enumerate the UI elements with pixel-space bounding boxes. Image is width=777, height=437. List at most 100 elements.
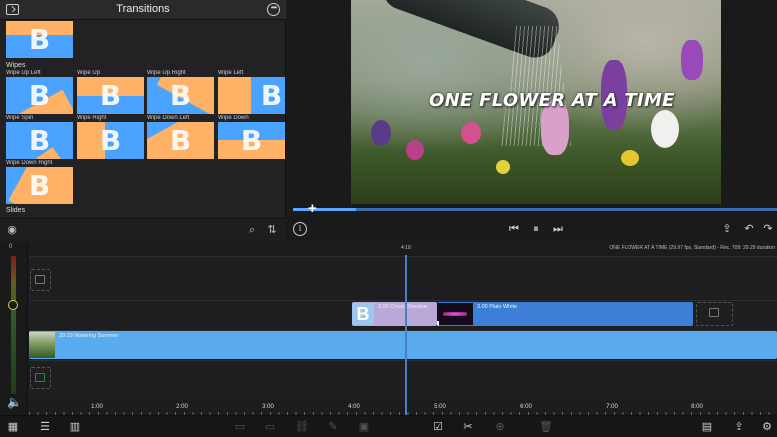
transition-preview: B: [6, 122, 73, 159]
grid-icon[interactable]: ▦: [6, 420, 20, 434]
preview-letter: B: [99, 79, 122, 112]
panel-footer: ◉ ⌕ ⇅: [0, 218, 286, 241]
thumb-label: Wipe Up Left: [6, 70, 41, 76]
preview-letter: B: [28, 169, 51, 202]
main-clip-thumb: [29, 332, 55, 358]
thumb-label: Wipe Down Left: [147, 115, 190, 121]
main-video-clip[interactable]: 29:29 Watering Summer: [29, 331, 777, 359]
title-clip[interactable]: B 3.00 Cross Dissolve: [352, 302, 437, 326]
title-clip-thumb: B: [352, 303, 374, 325]
skip-back-icon[interactable]: ⏮: [507, 222, 521, 236]
add-clip-icon: [709, 308, 719, 317]
transition-wipe-right[interactable]: Wipe Right B: [77, 115, 144, 159]
playhead-time: 4:18: [401, 245, 411, 251]
flower-image: [621, 150, 639, 166]
transition-wipe-down-right[interactable]: Wipe Down Right B: [6, 160, 73, 204]
redo-icon[interactable]: ↷: [761, 222, 775, 236]
trim-icon[interactable]: ▭: [233, 420, 247, 434]
info-icon[interactable]: i: [293, 222, 307, 236]
meter-zero-label: 0: [9, 244, 13, 250]
thumb-label: Wipe Down: [218, 115, 249, 121]
thumb-label: Wipe Up: [77, 70, 101, 76]
app-root: Transitions ••• B Wipes Wipe Up Left B W…: [0, 0, 777, 437]
more-icon[interactable]: •••: [267, 3, 280, 16]
volume-knob[interactable]: [8, 300, 18, 310]
timeline: 0 🔈 4:18 ONE FLOWER AT A TIME (29.97 fps…: [0, 242, 777, 437]
transition-wipe-up-right[interactable]: Wipe Up Right B: [147, 70, 214, 114]
layout-icon[interactable]: ▤: [700, 420, 714, 434]
ruler-label: 6:00: [520, 404, 532, 410]
split-icon[interactable]: ▭: [263, 420, 277, 434]
preview-letter: B: [240, 124, 263, 157]
transition-preview: B: [77, 77, 144, 114]
add-audio-placeholder[interactable]: [30, 367, 51, 389]
panel-header: Transitions •••: [0, 0, 286, 20]
frame-icon[interactable]: ▣: [357, 420, 371, 434]
project-info: ONE FLOWER AT A TIME (29.97 fps, Standar…: [609, 245, 775, 251]
record-icon[interactable]: ◉: [6, 224, 18, 236]
transition-wipe-up[interactable]: Wipe Up B: [77, 70, 144, 114]
ruler-label: 3:00: [262, 404, 274, 410]
transition-wipe-up-left[interactable]: Wipe Up Left B: [6, 70, 73, 114]
select-icon[interactable]: ☑: [431, 420, 445, 434]
edit-icon[interactable]: ✎: [326, 420, 340, 434]
playhead[interactable]: [405, 255, 407, 415]
preview-letter: B: [28, 79, 51, 112]
skip-forward-icon[interactable]: ⏭: [551, 222, 565, 236]
thumb-label: Wipe Left: [218, 70, 244, 76]
transition-wipe-spin[interactable]: Wipe Spin B: [6, 115, 73, 159]
preview-letter: B: [99, 124, 122, 157]
audio-meter: 0 🔈: [0, 242, 28, 415]
transition-wipe-down[interactable]: Wipe Down B: [218, 115, 285, 159]
transition-preview: B: [218, 122, 285, 159]
add-clip-placeholder[interactable]: [696, 302, 733, 326]
flower-image: [651, 110, 679, 148]
add-media-placeholder[interactable]: [30, 269, 51, 291]
time-ruler[interactable]: 1:00 2:00 3:00 4:00 5:00 6:00 7:00 8:00: [29, 402, 777, 415]
undo-icon[interactable]: ↶: [742, 222, 756, 236]
thumb-label: Wipe Right: [77, 115, 107, 121]
transitions-panel: Transitions ••• B Wipes Wipe Up Left B W…: [0, 0, 286, 241]
scrubber-handle[interactable]: +: [305, 201, 319, 216]
transition-preview: B: [6, 21, 73, 58]
panel-title: Transitions: [116, 3, 170, 15]
export-icon[interactable]: ⇪: [720, 222, 734, 236]
speaker-icon[interactable]: 🔈: [7, 395, 22, 409]
transition-wipe-left[interactable]: Wipe Left B: [218, 70, 285, 114]
playback-scrubber[interactable]: +: [293, 201, 777, 216]
video-frame[interactable]: ONE FLOWER AT A TIME: [351, 0, 721, 204]
transition-thumb-top[interactable]: B: [6, 21, 73, 58]
link-icon[interactable]: ⛓: [295, 420, 309, 434]
search-icon[interactable]: ⌕: [246, 224, 258, 236]
transition-preview: B: [147, 122, 214, 159]
pause-icon[interactable]: ⏸: [529, 222, 543, 236]
flower-image: [681, 40, 703, 80]
add-media-icon: [35, 275, 45, 284]
title-clip-label: 3.00 Cross Dissolve: [378, 304, 427, 310]
section-slides: Slides: [6, 207, 26, 214]
add-icon[interactable]: ⊕: [493, 420, 507, 434]
trash-icon[interactable]: 🗑: [539, 420, 553, 434]
sort-icon[interactable]: ⇅: [266, 224, 278, 236]
flower-image: [406, 140, 424, 160]
meter-level: [11, 256, 16, 394]
transition-preview: B: [6, 77, 73, 114]
share-icon[interactable]: ⇪: [732, 420, 746, 434]
waveform-icon[interactable]: ▥: [68, 420, 82, 434]
scrubber-progress: [293, 208, 356, 211]
transition-wipe-down-left[interactable]: Wipe Down Left B: [147, 115, 214, 159]
track-audio: [29, 360, 777, 402]
ruler-label: 5:00: [434, 404, 446, 410]
preview-letter: B: [28, 23, 51, 56]
ruler-label: 4:00: [348, 404, 360, 410]
thumb-label: Wipe Down Right: [6, 160, 53, 166]
preview-letter: B: [169, 79, 192, 112]
settings-icon[interactable]: ⚙: [760, 420, 774, 434]
list-icon[interactable]: ☰: [38, 420, 52, 434]
plain-white-clip[interactable]: 3.00 Plain White: [437, 302, 693, 326]
preview-letter: B: [260, 79, 283, 112]
scissors-icon[interactable]: ✂: [461, 420, 475, 434]
transition-list[interactable]: B Wipes Wipe Up Left B Wipe Up B Wipe Up…: [0, 20, 286, 218]
track-empty: [29, 256, 777, 300]
add-audio-icon: [35, 373, 45, 382]
